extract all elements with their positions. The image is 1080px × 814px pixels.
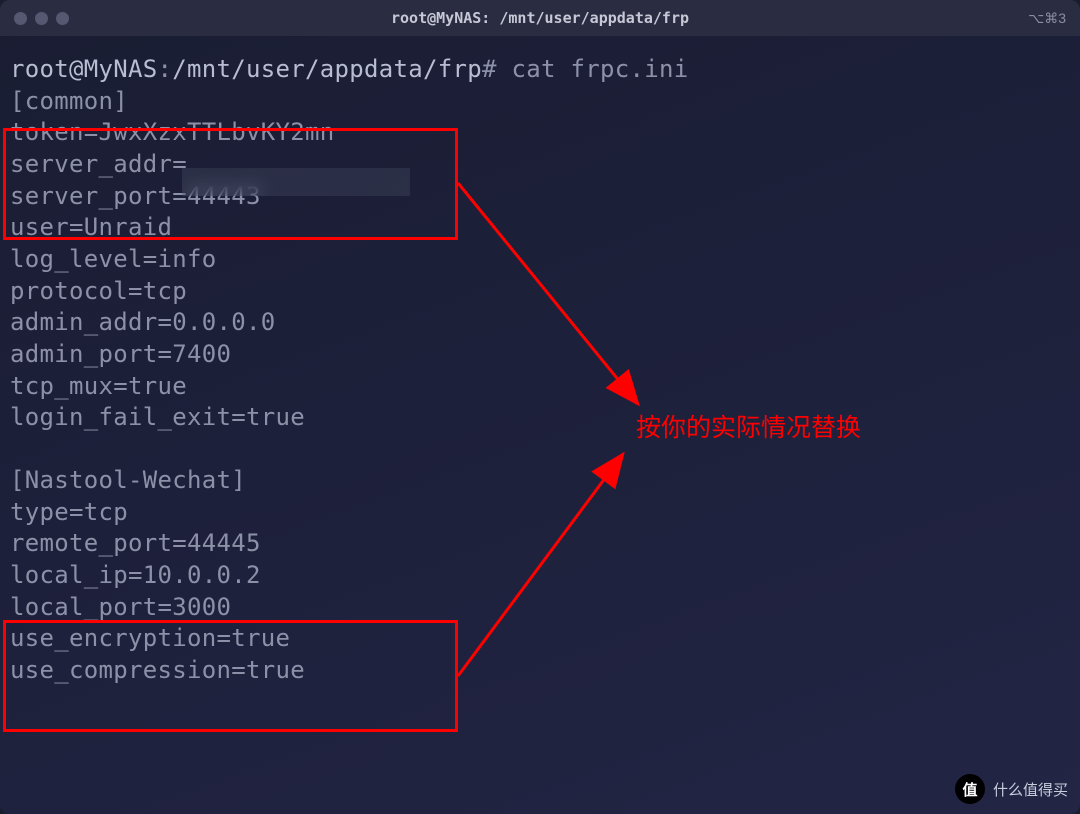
- output-line: protocol=tcp: [10, 276, 1070, 308]
- output-line: user=Unraid: [10, 212, 1070, 244]
- output-line: tcp_mux=true: [10, 371, 1070, 403]
- output-line: type=tcp: [10, 497, 1070, 529]
- output-line: local_ip=10.0.0.2: [10, 560, 1070, 592]
- output-line: admin_port=7400: [10, 339, 1070, 371]
- window-title: root@MyNAS: /mnt/user/appdata/frp: [391, 9, 689, 27]
- output-line: login_fail_exit=true: [10, 402, 1070, 434]
- blank-line: [10, 434, 1070, 465]
- prompt-hash: #: [482, 55, 497, 83]
- redacted-server-addr: [182, 168, 410, 196]
- annotation-text: 按你的实际情况替换: [636, 408, 861, 444]
- watermark-text: 什么值得买: [993, 779, 1068, 800]
- output-line: admin_addr=0.0.0.0: [10, 307, 1070, 339]
- maximize-button[interactable]: [56, 12, 69, 25]
- output-line: [common]: [10, 86, 1070, 118]
- titlebar: root@MyNAS: /mnt/user/appdata/frp ⌥⌘3: [0, 0, 1080, 36]
- output-line: token=JwxXzxTTLbvKY2mn: [10, 117, 1070, 149]
- output-line: use_encryption=true: [10, 623, 1070, 655]
- output-line: use_compression=true: [10, 655, 1070, 687]
- command-text: cat frpc.ini: [511, 55, 688, 83]
- close-button[interactable]: [14, 12, 27, 25]
- output-line: [Nastool-Wechat]: [10, 465, 1070, 497]
- prompt-user-host: root@MyNAS: [10, 55, 158, 83]
- watermark-badge-icon: 值: [955, 774, 985, 804]
- prompt-line: root@MyNAS:/mnt/user/appdata/frp# cat fr…: [10, 54, 1070, 86]
- output-line: local_port=3000: [10, 592, 1070, 624]
- prompt-colon: :: [158, 55, 173, 83]
- watermark: 值 什么值得买: [955, 774, 1068, 804]
- output-line: server_addr=: [10, 149, 1070, 181]
- output-line: log_level=info: [10, 244, 1070, 276]
- terminal-output[interactable]: root@MyNAS:/mnt/user/appdata/frp# cat fr…: [0, 36, 1080, 697]
- prompt-path: /mnt/user/appdata/frp: [172, 55, 482, 83]
- window-shortcut: ⌥⌘3: [1028, 10, 1066, 27]
- output-line: remote_port=44445: [10, 528, 1070, 560]
- traffic-lights: [14, 12, 69, 25]
- terminal-window: root@MyNAS: /mnt/user/appdata/frp ⌥⌘3 ro…: [0, 0, 1080, 814]
- minimize-button[interactable]: [35, 12, 48, 25]
- output-line: server_port=44443: [10, 181, 1070, 213]
